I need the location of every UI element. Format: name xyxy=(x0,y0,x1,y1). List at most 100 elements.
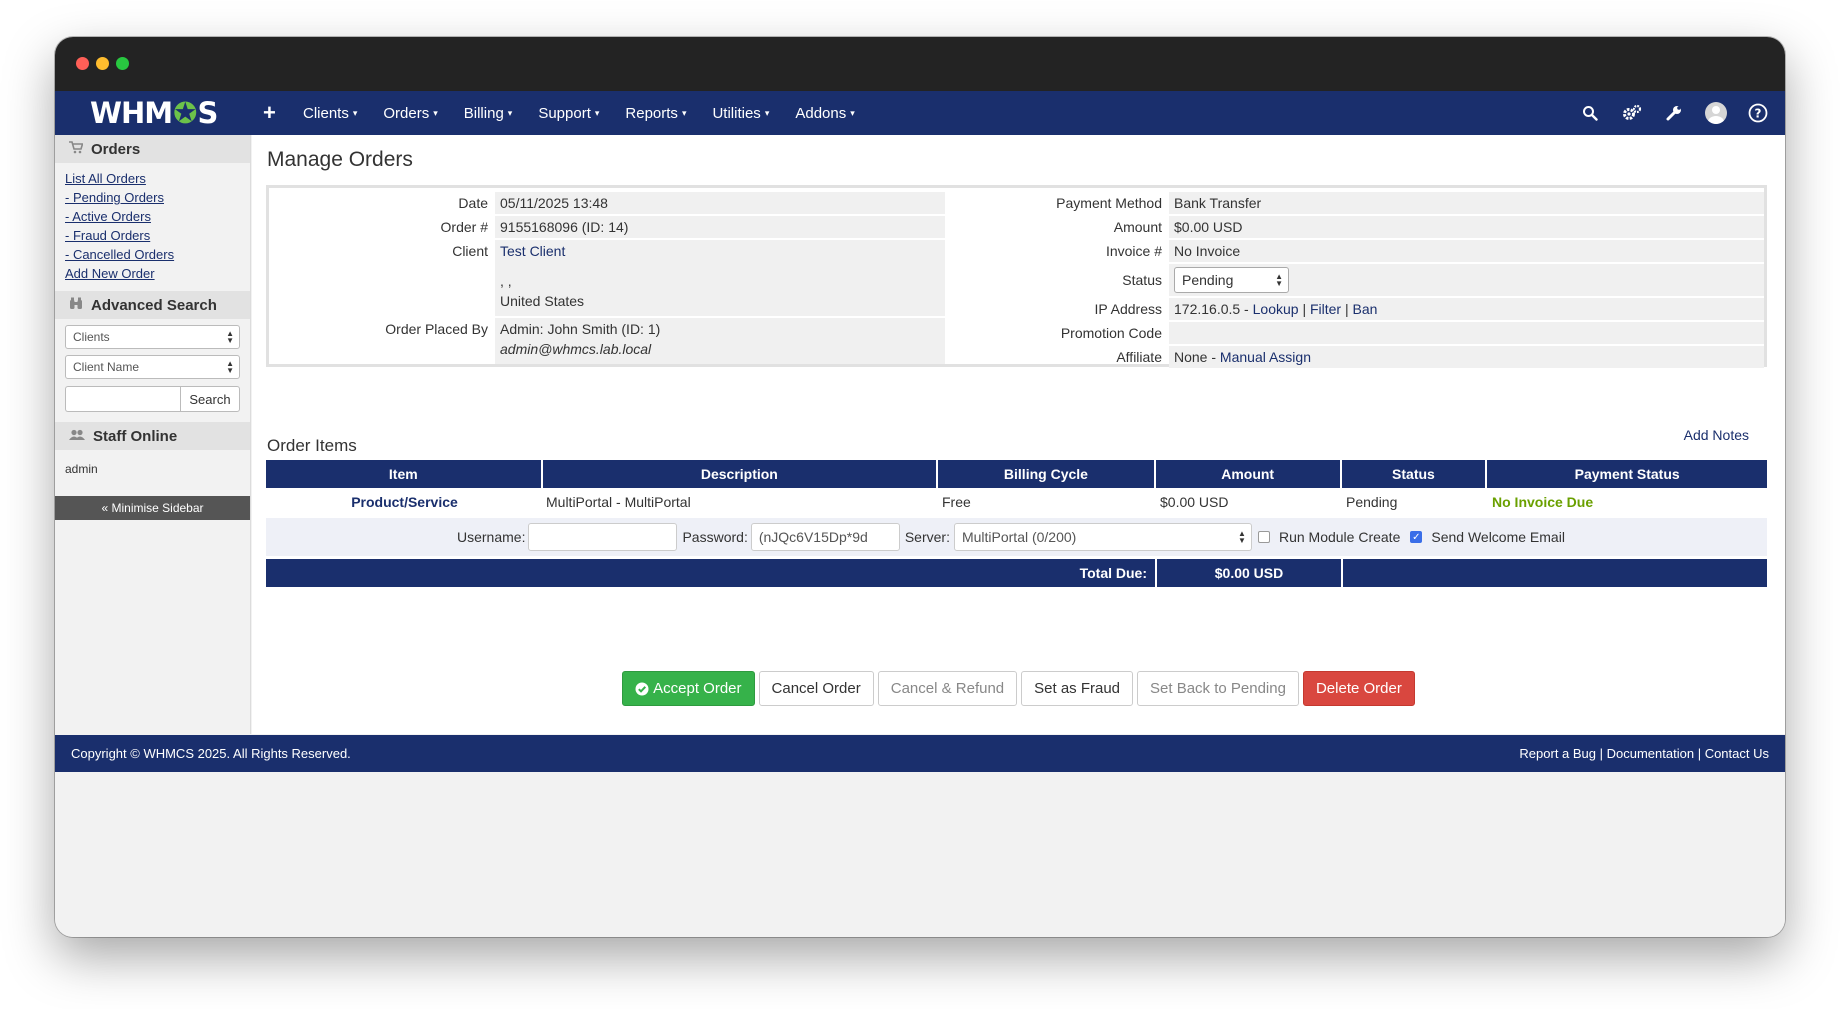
caret-down-icon: ▾ xyxy=(850,107,855,118)
col-billing-cycle: Billing Cycle xyxy=(938,460,1154,488)
svg-text:?: ? xyxy=(1755,107,1762,121)
total-due-value: $0.00 USD xyxy=(1157,559,1341,587)
amount-label: Amount xyxy=(1113,219,1162,235)
select-arrows-icon: ▲ ▼ xyxy=(1238,529,1246,545)
nav-clients-label: Clients xyxy=(303,104,349,122)
sidebar-advanced-search-header: Advanced Search xyxy=(55,291,250,319)
set-back-to-pending-button[interactable]: Set Back to Pending xyxy=(1137,671,1299,706)
sidebar-link-pending-orders[interactable]: - Pending Orders xyxy=(65,188,240,207)
order-number-label: Order # xyxy=(440,219,488,235)
nav-billing-label: Billing xyxy=(463,104,504,122)
sidebar-staff-online-title: Staff Online xyxy=(93,427,178,445)
nav-orders[interactable]: Orders ▾ xyxy=(383,105,437,122)
users-icon xyxy=(69,429,85,444)
report-bug-link[interactable]: Report a Bug xyxy=(1519,746,1596,761)
minimize-window-button[interactable] xyxy=(96,57,109,70)
table-row: Product/Service MultiPortal - MultiPorta… xyxy=(266,488,1767,516)
sidebar-search-input[interactable] xyxy=(65,386,180,412)
browser-window: WHM ✪ S + Clients ▾ Orders ▾ Billing ▾ Suppor… xyxy=(55,37,1785,937)
invoice-value: No Invoice xyxy=(1169,240,1764,262)
search-icon[interactable] xyxy=(1579,102,1601,124)
ip-lookup-link[interactable]: Lookup xyxy=(1253,301,1299,317)
contact-us-link[interactable]: Contact Us xyxy=(1705,746,1769,761)
accept-order-label: Accept Order xyxy=(653,680,742,697)
server-select[interactable]: MultiPortal (0/200) ▲ ▼ xyxy=(953,523,1252,551)
wrench-icon[interactable] xyxy=(1663,102,1685,124)
top-navbar: WHM ✪ S + Clients ▾ Orders ▾ Billing ▾ Suppor… xyxy=(55,91,1785,135)
order-status-select[interactable]: Pending ▲ ▼ xyxy=(1174,267,1289,293)
ip-filter-link[interactable]: Filter xyxy=(1310,301,1341,317)
sidebar-order-links: List All Orders - Pending Orders - Activ… xyxy=(55,163,250,291)
row-status: Pending xyxy=(1346,494,1398,510)
run-module-create-label: Run Module Create xyxy=(1278,529,1401,545)
total-due-spacer xyxy=(1343,559,1767,587)
sidebar-search-button[interactable]: Search xyxy=(180,386,240,412)
maximize-window-button[interactable] xyxy=(116,57,129,70)
caret-down-icon: ▾ xyxy=(764,107,770,118)
cancel-order-button[interactable]: Cancel Order xyxy=(758,671,874,706)
select-arrows-icon: ▲ ▼ xyxy=(226,329,234,345)
order-date-value: 05/11/2025 13:48 xyxy=(495,192,945,214)
nav-right-icons: ? xyxy=(1559,91,1769,135)
nav-support[interactable]: Support ▾ xyxy=(538,105,599,122)
ip-ban-link[interactable]: Ban xyxy=(1353,301,1378,317)
sidebar-link-add-new-order[interactable]: Add New Order xyxy=(65,264,240,283)
send-welcome-email-label: Send Welcome Email xyxy=(1431,529,1565,545)
sidebar-link-fraud-orders[interactable]: - Fraud Orders xyxy=(65,226,240,245)
sidebar-link-active-orders[interactable]: - Active Orders xyxy=(65,207,240,226)
delete-order-button[interactable]: Delete Order xyxy=(1302,671,1415,706)
nav-reports[interactable]: Reports ▾ xyxy=(625,105,686,122)
password-input[interactable]: (nJQc6V15Dp*9d xyxy=(750,523,900,551)
promotion-code-label: Promotion Code xyxy=(1060,325,1162,341)
nav-utilities[interactable]: Utilities ▾ xyxy=(712,105,769,122)
send-welcome-email-checkbox[interactable]: ✓ xyxy=(1410,531,1423,543)
add-notes-link[interactable]: Add Notes xyxy=(1684,427,1749,443)
server-label: Server: xyxy=(904,529,950,545)
cogs-icon[interactable] xyxy=(1621,102,1643,124)
sidebar-link-cancelled-orders[interactable]: - Cancelled Orders xyxy=(65,245,240,264)
search-field-select[interactable]: Client Name ▲ ▼ xyxy=(65,355,240,379)
nav-clients[interactable]: Clients ▾ xyxy=(303,105,357,122)
manual-assign-link[interactable]: Manual Assign xyxy=(1220,349,1311,365)
search-type-select[interactable]: Clients ▲ ▼ xyxy=(65,325,240,349)
set-as-fraud-button[interactable]: Set as Fraud xyxy=(1021,671,1134,706)
close-window-button[interactable] xyxy=(76,57,89,70)
row-payment-status: No Invoice Due xyxy=(1492,494,1594,510)
client-name-link[interactable]: Test Client xyxy=(500,241,945,261)
minimise-sidebar-button[interactable]: « Minimise Sidebar xyxy=(55,496,250,520)
order-client-value: Test Client , , United States xyxy=(495,240,945,316)
whmcs-logo[interactable]: WHM ✪ S xyxy=(90,96,235,130)
separator: | xyxy=(1596,746,1607,761)
help-icon[interactable]: ? xyxy=(1747,102,1769,124)
sidebar-advanced-search-title: Advanced Search xyxy=(91,296,217,314)
nav-support-label: Support xyxy=(538,104,591,122)
documentation-link[interactable]: Documentation xyxy=(1607,746,1694,761)
quick-add-icon[interactable]: + xyxy=(263,100,283,126)
username-label: Username: xyxy=(457,529,526,545)
sidebar-staff-online-header: Staff Online xyxy=(55,422,250,450)
caret-down-icon: ▾ xyxy=(594,107,600,118)
row-item-link[interactable]: Product/Service xyxy=(266,488,543,516)
accept-order-button[interactable]: Accept Order xyxy=(622,671,755,706)
check-circle-icon xyxy=(635,682,649,695)
cancel-refund-button[interactable]: Cancel & Refund xyxy=(877,671,1018,706)
search-type-value: Clients xyxy=(73,330,110,344)
nav-addons[interactable]: Addons ▾ xyxy=(795,105,854,122)
run-module-create-checkbox[interactable] xyxy=(1257,531,1270,543)
username-input[interactable] xyxy=(528,523,678,551)
sidebar-search-row: Search xyxy=(65,386,240,412)
user-avatar-icon[interactable] xyxy=(1705,102,1727,124)
col-item: Item xyxy=(266,460,541,488)
row-description: MultiPortal - MultiPortal xyxy=(546,494,691,510)
footer: Copyright © WHMCS 2025. All Rights Reser… xyxy=(55,735,1785,772)
cart-icon xyxy=(69,141,84,157)
window-titlebar xyxy=(55,37,1785,91)
server-select-value: MultiPortal (0/200) xyxy=(961,529,1077,545)
amount-row: Amount $0.00 USD xyxy=(945,216,1764,238)
invoice-row: Invoice # No Invoice xyxy=(945,240,1764,262)
affiliate-value: None - Manual Assign xyxy=(1169,346,1764,368)
nav-billing[interactable]: Billing ▾ xyxy=(464,105,513,122)
nav-utilities-label: Utilities xyxy=(712,104,761,122)
sidebar-link-list-all-orders[interactable]: List All Orders xyxy=(65,169,240,188)
page-title: Manage Orders xyxy=(267,148,413,171)
